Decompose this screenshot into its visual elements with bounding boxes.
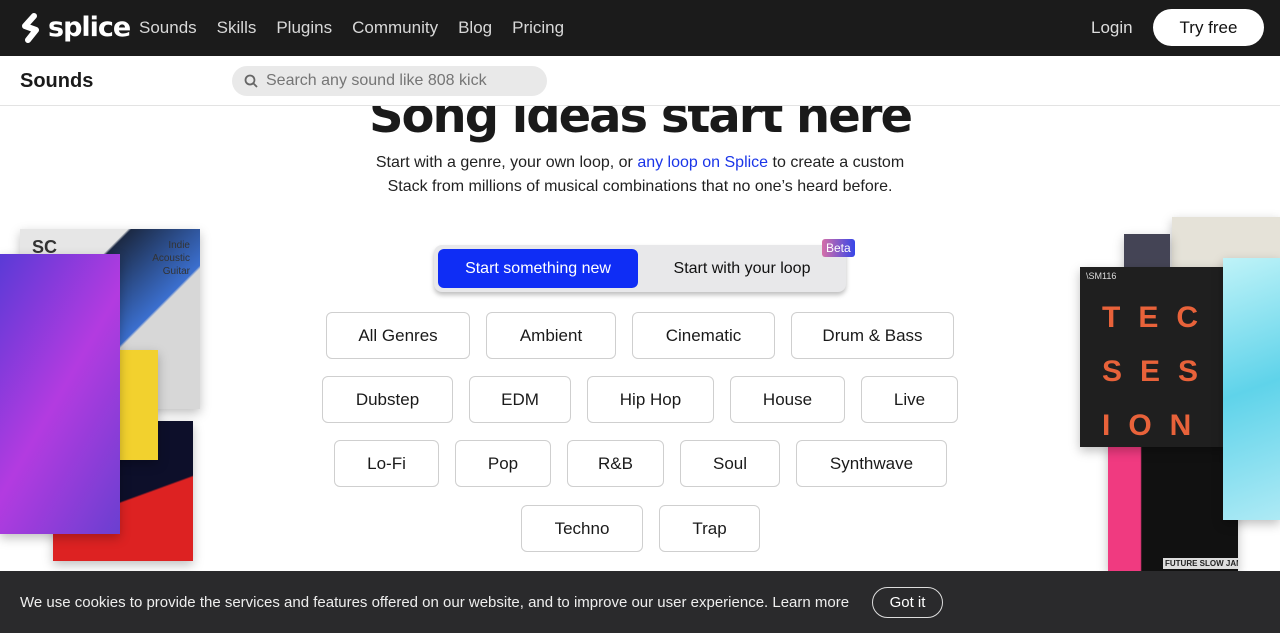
genre-all-genres[interactable]: All Genres: [326, 312, 470, 359]
album-art-pink-soul: FUTURE SLOW JAMS: [1108, 440, 1238, 571]
genre-drum-and-bass[interactable]: Drum & Bass: [791, 312, 954, 359]
login-link[interactable]: Login: [1091, 18, 1133, 38]
nav-skills[interactable]: Skills: [217, 18, 257, 38]
album-art-purple-office: [0, 254, 120, 534]
search-input[interactable]: [266, 72, 526, 90]
nav-sounds[interactable]: Sounds: [139, 18, 197, 38]
genre-hip-hop[interactable]: Hip Hop: [587, 376, 714, 423]
subtext-line2: Stack from millions of musical combinati…: [387, 178, 893, 195]
art-title: Indie Acoustic Guitar: [152, 240, 190, 277]
genre-rnb[interactable]: R&B: [567, 440, 664, 487]
top-navigation: splice Sounds Skills Plugins Community B…: [0, 0, 1280, 56]
nav-blog[interactable]: Blog: [458, 18, 492, 38]
nav-community[interactable]: Community: [352, 18, 438, 38]
genre-trap[interactable]: Trap: [659, 505, 760, 552]
genre-pop[interactable]: Pop: [455, 440, 551, 487]
genre-cinematic[interactable]: Cinematic: [632, 312, 775, 359]
beta-badge: Beta: [822, 239, 855, 257]
splice-logo-icon: [22, 12, 39, 43]
genre-techno[interactable]: Techno: [521, 505, 643, 552]
nav-plugins[interactable]: Plugins: [276, 18, 332, 38]
nav-pricing[interactable]: Pricing: [512, 18, 564, 38]
subtext-pre: Start with a genre, your own loop, or: [375, 154, 638, 171]
cookie-banner: We use cookies to provide the services a…: [0, 571, 1280, 633]
start-with-your-loop-tab[interactable]: Start with your loop: [644, 249, 840, 288]
album-art-tech-sessions: \SM116 TEC SES ION: [1080, 267, 1230, 447]
cookie-message: We use cookies to provide the services a…: [20, 594, 849, 611]
album-art-ice-blue: [1223, 258, 1280, 520]
splice-logo[interactable]: splice: [20, 12, 131, 43]
genre-ambient[interactable]: Ambient: [486, 312, 616, 359]
genre-soul[interactable]: Soul: [680, 440, 780, 487]
album-art-small: [1124, 234, 1170, 268]
art-letters: TEC SES ION: [1102, 301, 1217, 442]
try-free-button[interactable]: Try free: [1153, 9, 1264, 46]
genre-edm[interactable]: EDM: [469, 376, 571, 423]
art-logo-sm: \SM116: [1086, 271, 1117, 281]
search-box[interactable]: [232, 66, 547, 96]
hero-subtext: Start with a genre, your own loop, or an…: [0, 151, 1280, 199]
learn-more-link[interactable]: Learn more: [772, 594, 849, 611]
start-mode-toggle: Start something new Start with your loop: [434, 245, 846, 292]
got-it-button[interactable]: Got it: [872, 587, 943, 618]
genre-dubstep[interactable]: Dubstep: [322, 376, 453, 423]
sounds-subbar: Sounds: [0, 56, 1280, 106]
genre-live[interactable]: Live: [861, 376, 958, 423]
brand-name: splice: [48, 12, 131, 43]
any-loop-link[interactable]: any loop on Splice: [637, 154, 768, 171]
section-title: Sounds: [20, 70, 94, 92]
search-icon: [244, 74, 258, 88]
genre-synthwave[interactable]: Synthwave: [796, 440, 947, 487]
genre-lo-fi[interactable]: Lo-Fi: [334, 440, 439, 487]
subtext-post: to create a custom: [768, 154, 905, 171]
art-bottom-text: FUTURE SLOW JAMS: [1163, 558, 1238, 569]
start-something-new-tab[interactable]: Start something new: [438, 249, 638, 288]
genre-house[interactable]: House: [730, 376, 845, 423]
cookie-text: We use cookies to provide the services a…: [20, 594, 773, 611]
